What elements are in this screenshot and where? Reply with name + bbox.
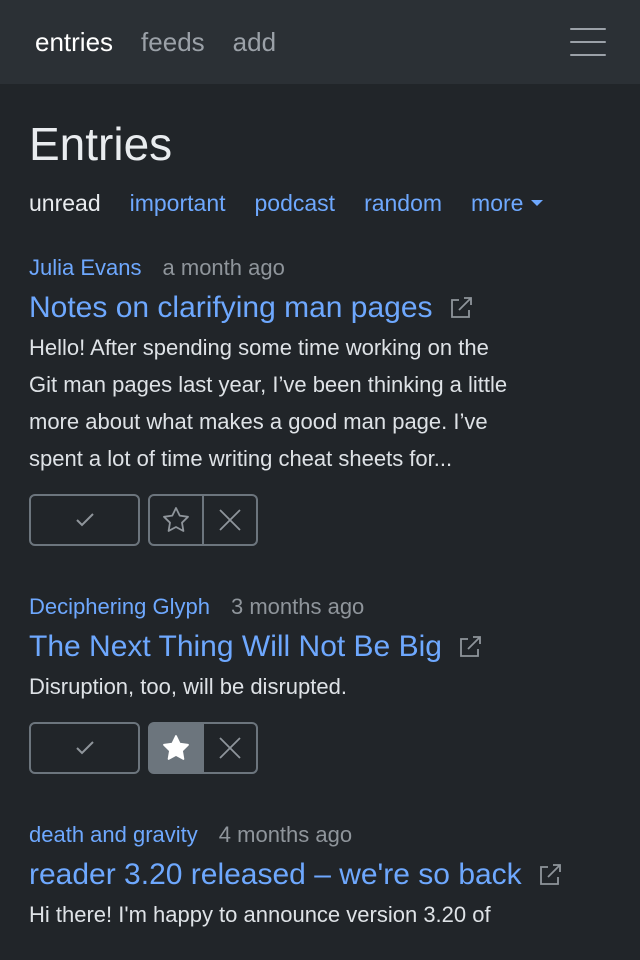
star-icon: [163, 734, 189, 760]
entry-summary: Hi there! I'm happy to announce version …: [29, 896, 611, 933]
mark-important-button[interactable]: [148, 493, 204, 546]
mark-important-button[interactable]: [148, 721, 204, 774]
entry-time: a month ago: [162, 254, 285, 280]
filter-unread[interactable]: unread: [29, 190, 101, 217]
external-link-icon[interactable]: [447, 294, 475, 322]
entry-title-link[interactable]: The Next Thing Will Not Be Big: [29, 630, 442, 664]
dont-care-button[interactable]: [204, 721, 258, 774]
entry-actions: [29, 721, 611, 774]
summary-line: Hello! After spending some time working …: [29, 334, 489, 360]
dont-care-button[interactable]: [204, 493, 258, 546]
entry-title-row: Notes on clarifying man pages: [29, 291, 611, 325]
navbar: entries feeds add: [0, 0, 640, 84]
entry-feed-link[interactable]: Deciphering Glyph: [29, 594, 210, 620]
main-content: Entries unread important podcast random …: [0, 84, 640, 933]
entry-title-link[interactable]: Notes on clarifying man pages: [29, 291, 433, 325]
caret-down-icon: [531, 199, 544, 206]
entry-meta: death and gravity 4 months ago: [29, 822, 611, 848]
entry-feed-link[interactable]: Julia Evans: [29, 255, 142, 281]
check-icon: [75, 512, 94, 527]
entry-summary: Disruption, too, will be disrupted.: [29, 668, 611, 705]
summary-line: more about what makes a good man page. I…: [29, 408, 488, 434]
entry-title-link[interactable]: reader 3.20 released – we're so back: [29, 858, 522, 892]
external-link-icon[interactable]: [456, 633, 484, 661]
nav-add-link[interactable]: add: [233, 27, 276, 58]
hamburger-icon[interactable]: [570, 28, 606, 56]
mark-read-button[interactable]: [29, 493, 140, 546]
filter-random[interactable]: random: [364, 190, 442, 217]
entry-summary: Hello! After spending some time working …: [29, 329, 611, 477]
entry: Deciphering Glyph 3 months ago The Next …: [29, 594, 611, 774]
external-link-icon[interactable]: [536, 861, 564, 889]
entry: death and gravity 4 months ago reader 3.…: [29, 822, 611, 933]
entry-actions: [29, 493, 611, 546]
page-title: Entries: [29, 118, 173, 170]
summary-line: Git man pages last year, I’ve been think…: [29, 371, 508, 397]
filter-podcast[interactable]: podcast: [255, 190, 336, 217]
x-icon: [219, 736, 241, 759]
star-icon: [163, 506, 189, 532]
entry-meta: Deciphering Glyph 3 months ago: [29, 594, 611, 620]
filter-more-label: more: [471, 189, 524, 216]
filter-important[interactable]: important: [130, 190, 226, 217]
entry-meta: Julia Evans a month ago: [29, 255, 611, 281]
entry-title-row: reader 3.20 released – we're so back: [29, 858, 611, 892]
check-icon: [75, 740, 94, 755]
summary-line: Hi there! I'm happy to announce version …: [29, 901, 491, 927]
filter-more-dropdown[interactable]: more: [471, 189, 544, 217]
summary-line: Disruption, too, will be disrupted.: [29, 673, 347, 699]
summary-line: spent a lot of time writing cheat sheets…: [29, 445, 453, 471]
mark-read-button[interactable]: [29, 721, 140, 774]
entry-time: 3 months ago: [230, 593, 365, 619]
nav-entries-link[interactable]: entries: [35, 27, 113, 58]
filter-bar: unread important podcast random more: [29, 190, 611, 217]
entry-title-row: The Next Thing Will Not Be Big: [29, 630, 611, 664]
entry-feed-link[interactable]: death and gravity: [29, 822, 198, 848]
entry: Julia Evans a month ago Notes on clarify…: [29, 255, 611, 546]
entry-time: 4 months ago: [218, 821, 353, 847]
x-icon: [219, 508, 241, 531]
nav-feeds-link[interactable]: feeds: [141, 27, 205, 58]
